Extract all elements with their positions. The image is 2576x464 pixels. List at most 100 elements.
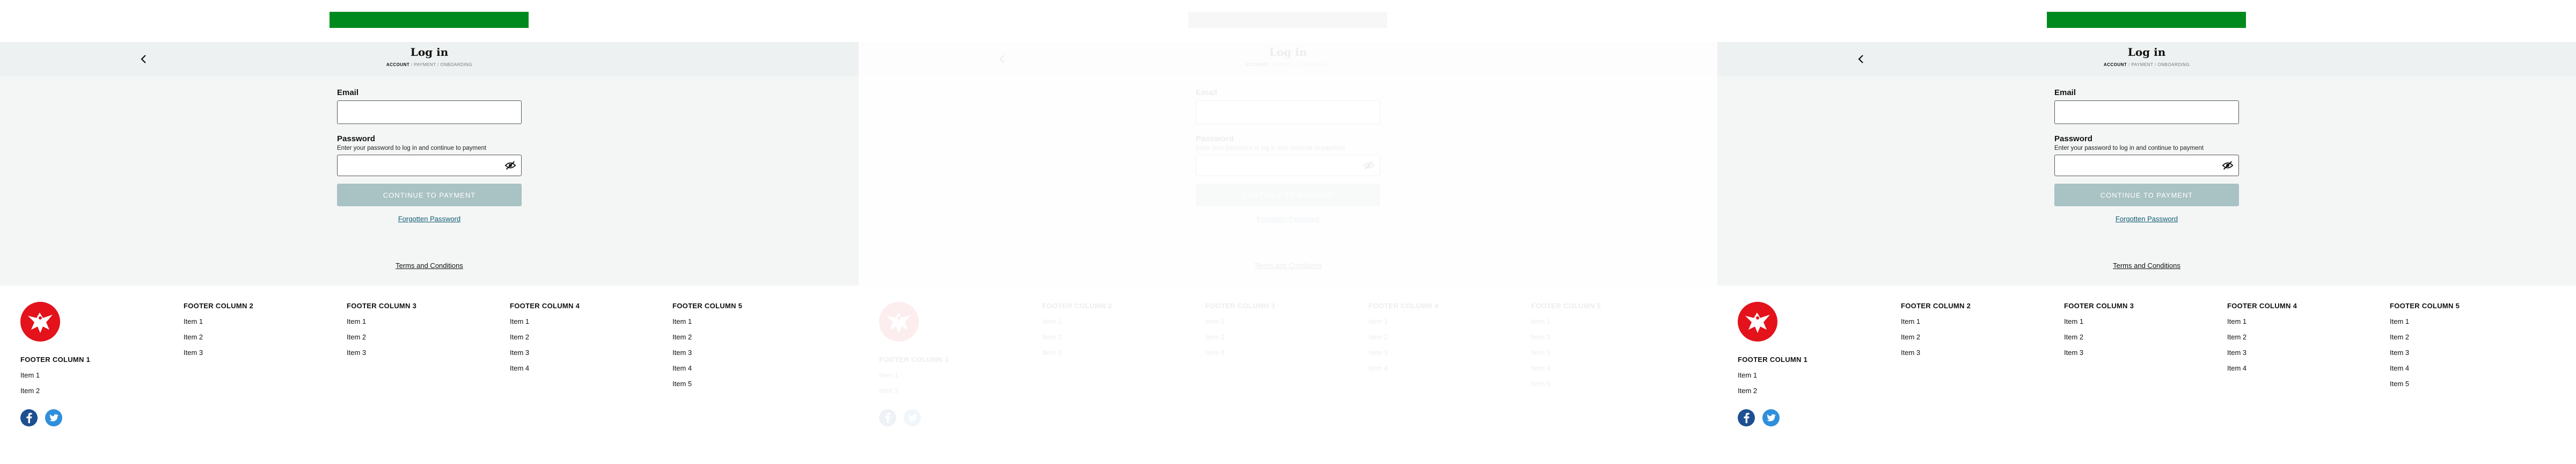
twitter-icon[interactable]: [1762, 409, 1780, 426]
eagle-logo-icon[interactable]: [20, 302, 60, 342]
continue-to-payment-button[interactable]: CONTINUE TO PAYMENT: [337, 184, 522, 206]
footer-link-item[interactable]: Item 1: [1901, 317, 1971, 325]
footer-link-item[interactable]: Item 2: [347, 333, 416, 341]
facebook-icon[interactable]: [879, 409, 896, 426]
footer-column-2: FOOTER COLUMN 2 Item 1 Item 2 Item 3: [184, 302, 253, 357]
password-label: Password: [2054, 134, 2092, 143]
footer-link-item[interactable]: Item 1: [1042, 317, 1112, 325]
footer-link-item[interactable]: Item 5: [1531, 380, 1601, 388]
password-hint: Enter your password to log in and contin…: [337, 145, 487, 151]
twitter-icon[interactable]: [904, 409, 921, 426]
terms-and-conditions-link[interactable]: Terms and Conditions: [859, 262, 1717, 270]
notification-banner: [330, 12, 529, 28]
email-field[interactable]: [337, 100, 522, 124]
top-bar: [1717, 0, 2576, 42]
terms-and-conditions-link[interactable]: Terms and Conditions: [0, 262, 859, 270]
footer-link-item[interactable]: Item 3: [1531, 349, 1601, 357]
footer-link-item[interactable]: Item 3: [184, 349, 253, 357]
page-title: Log in: [2127, 46, 2166, 59]
login-main: Email Password Enter your password to lo…: [859, 76, 1717, 286]
password-field[interactable]: [1196, 155, 1380, 176]
footer-link-item[interactable]: Item 1: [1531, 317, 1601, 325]
footer-link-item[interactable]: Item 3: [2064, 349, 2134, 357]
footer-link-item[interactable]: Item 1: [1205, 317, 1275, 325]
footer-column-4: FOOTER COLUMN 4 Item 1 Item 2 Item 3 Item 4: [1368, 302, 1438, 372]
footer-column-title: FOOTER COLUMN 3: [347, 302, 417, 310]
email-field[interactable]: [2054, 100, 2239, 124]
footer-column-1: FOOTER COLUMN 1 Item 1 Item 2: [879, 356, 949, 395]
footer-link-item[interactable]: Item 2: [1368, 333, 1438, 341]
footer-link-item[interactable]: Item 1: [672, 317, 742, 325]
footer-link-item[interactable]: Item 4: [510, 364, 580, 372]
footer-link-item[interactable]: Item 1: [2227, 317, 2297, 325]
eye-slash-icon[interactable]: [2222, 160, 2234, 171]
facebook-icon[interactable]: [1738, 409, 1755, 426]
footer-link-item[interactable]: Item 3: [1901, 349, 1971, 357]
footer-link-item[interactable]: Item 2: [2064, 333, 2134, 341]
footer-link-item[interactable]: Item 4: [2390, 364, 2460, 372]
footer-link-item[interactable]: Item 3: [672, 349, 742, 357]
footer-link-item[interactable]: Item 2: [20, 387, 90, 395]
password-field[interactable]: [337, 155, 522, 176]
footer-link-item[interactable]: Item 2: [2227, 333, 2297, 341]
footer-link-item[interactable]: Item 5: [672, 380, 742, 388]
eagle-logo-icon[interactable]: [879, 302, 919, 342]
forgotten-password-link[interactable]: Forgotten Password: [337, 215, 522, 223]
footer-column-title: FOOTER COLUMN 5: [672, 302, 743, 310]
footer-link-item[interactable]: Item 2: [672, 333, 742, 341]
footer-link-item[interactable]: Item 1: [347, 317, 416, 325]
footer-link-item[interactable]: Item 1: [1738, 371, 1807, 379]
eye-slash-icon[interactable]: [1363, 160, 1375, 171]
footer-link-item[interactable]: Item 1: [2064, 317, 2134, 325]
footer-link-item[interactable]: Item 2: [1205, 333, 1275, 341]
continue-to-payment-button[interactable]: CONTINUE TO PAYMENT: [2054, 184, 2239, 206]
footer-link-item[interactable]: Item 3: [1368, 349, 1438, 357]
footer-link-item[interactable]: Item 1: [510, 317, 580, 325]
footer-link-item[interactable]: Item 3: [1205, 349, 1275, 357]
password-field[interactable]: [2054, 155, 2239, 176]
footer-link-item[interactable]: Item 2: [1901, 333, 1971, 341]
page-title: Log in: [1269, 46, 1307, 59]
footer-link-item[interactable]: Item 1: [2390, 317, 2460, 325]
footer-link-item[interactable]: Item 4: [1368, 364, 1438, 372]
footer-link-item[interactable]: Item 2: [1531, 333, 1601, 341]
footer-link-item[interactable]: Item 4: [2227, 364, 2297, 372]
footer-column-3: FOOTER COLUMN 3 Item 1 Item 2 Item 3: [347, 302, 416, 357]
footer-link-item[interactable]: Item 1: [879, 371, 949, 379]
footer-link-item[interactable]: Item 1: [20, 371, 90, 379]
step-account: ACCOUNT: [386, 62, 410, 67]
login-form: Email Password Enter your password to lo…: [337, 88, 522, 223]
footer-link-item[interactable]: Item 1: [184, 317, 253, 325]
email-field[interactable]: [1196, 100, 1380, 124]
page-title: Log in: [410, 46, 449, 59]
terms-and-conditions-link[interactable]: Terms and Conditions: [1717, 262, 2576, 270]
footer-column-4: FOOTER COLUMN 4 Item 1 Item 2 Item 3 Item 4: [2227, 302, 2297, 372]
footer-link-item[interactable]: Item 4: [1531, 364, 1601, 372]
footer-link-item[interactable]: Item 2: [1738, 387, 1807, 395]
eye-slash-icon[interactable]: [504, 160, 516, 171]
continue-to-payment-button[interactable]: CONTINUE TO PAYMENT: [1196, 184, 1380, 206]
footer-link-item[interactable]: Item 3: [347, 349, 416, 357]
password-hint: Enter your password to log in and contin…: [1196, 145, 1345, 151]
forgotten-password-link[interactable]: Forgotten Password: [1196, 215, 1380, 223]
footer-link-item[interactable]: Item 3: [2390, 349, 2460, 357]
footer-column-title: FOOTER COLUMN 4: [1368, 302, 1439, 310]
page-header: Log in ACCOUNT / PAYMENT / ONBOARDING: [1717, 42, 2576, 76]
footer-link-item[interactable]: Item 4: [672, 364, 742, 372]
site-footer: FOOTER COLUMN 1 Item 1 Item 2 FOOTER COLUM…: [0, 286, 859, 464]
footer-link-item[interactable]: Item 3: [510, 349, 580, 357]
footer-link-item[interactable]: Item 2: [879, 387, 949, 395]
footer-link-item[interactable]: Item 1: [1368, 317, 1438, 325]
footer-link-item[interactable]: Item 3: [1042, 349, 1112, 357]
twitter-icon[interactable]: [45, 409, 62, 426]
footer-link-item[interactable]: Item 3: [2227, 349, 2297, 357]
footer-link-item[interactable]: Item 5: [2390, 380, 2460, 388]
page-header: Log in ACCOUNT / PAYMENT / ONBOARDING: [859, 42, 1717, 76]
footer-link-item[interactable]: Item 2: [510, 333, 580, 341]
footer-link-item[interactable]: Item 2: [2390, 333, 2460, 341]
forgotten-password-link[interactable]: Forgotten Password: [2054, 215, 2239, 223]
footer-link-item[interactable]: Item 2: [1042, 333, 1112, 341]
eagle-logo-icon[interactable]: [1738, 302, 1777, 342]
facebook-icon[interactable]: [20, 409, 38, 426]
footer-link-item[interactable]: Item 2: [184, 333, 253, 341]
